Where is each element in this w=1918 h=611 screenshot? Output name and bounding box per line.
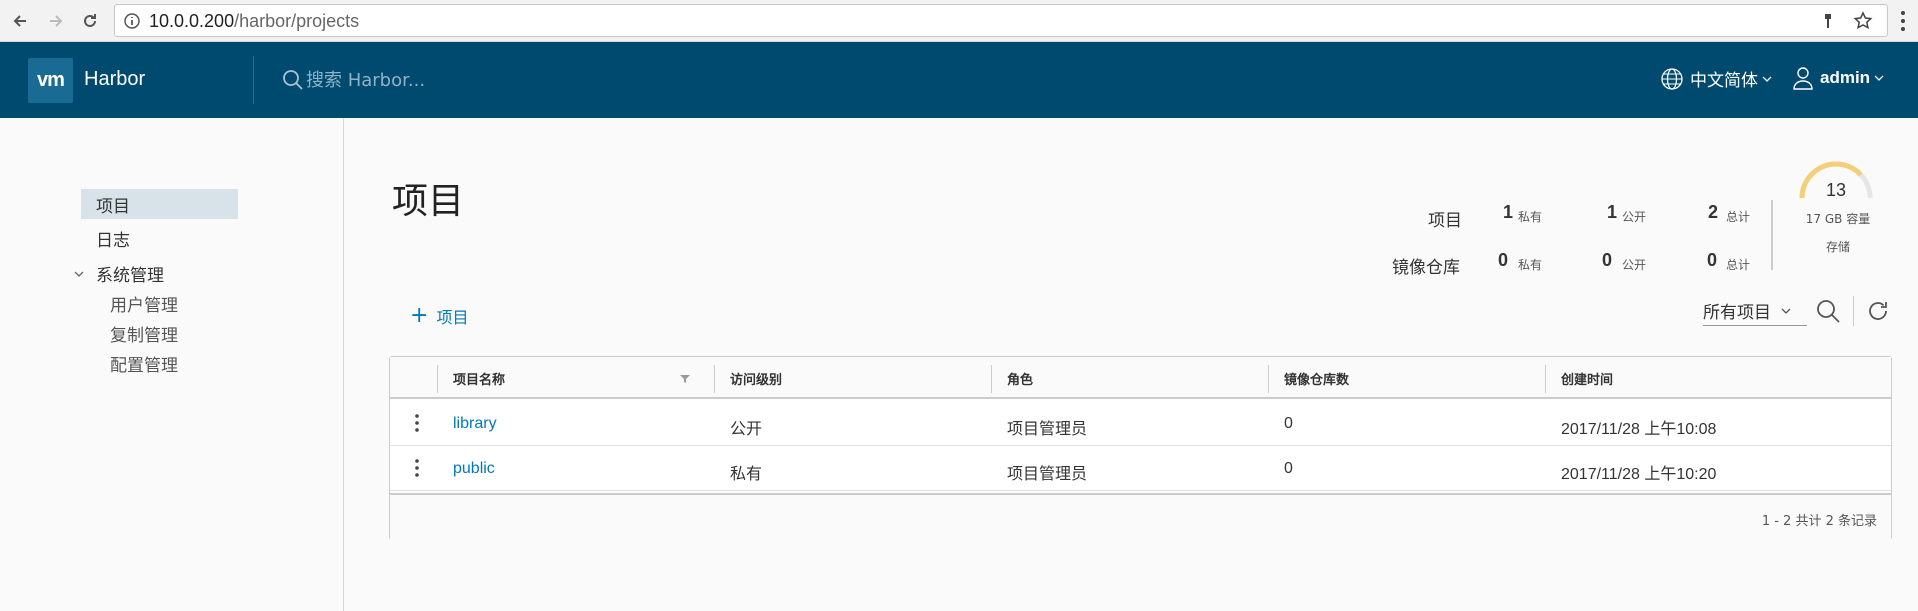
row-actions-icon[interactable] xyxy=(414,458,420,478)
table-footer: 1 - 2 共计 2 条记录 xyxy=(390,493,1891,540)
page-title: 项目 xyxy=(392,181,465,222)
add-project-label: 项目 xyxy=(436,308,469,327)
table-header: 项目名称 访问级别 角色 镜像仓库数 创建时间 xyxy=(390,357,1891,399)
projects-private-count: 1 xyxy=(1503,202,1514,222)
sidebar: 项目 日志 系统管理 用户管理 复制管理 配置管理 xyxy=(0,118,344,611)
chevron-down-icon xyxy=(1874,75,1884,81)
access-level: 私有 xyxy=(730,464,763,483)
chevron-down-icon xyxy=(1762,76,1772,82)
stats-repos-label: 镜像仓库 xyxy=(1392,258,1460,278)
search-icon xyxy=(283,70,303,90)
globe-icon xyxy=(1661,67,1683,90)
bookmark-star-icon[interactable] xyxy=(1853,11,1873,31)
stats-projects-label: 项目 xyxy=(1428,211,1462,231)
role: 项目管理员 xyxy=(1007,464,1088,483)
brand-name[interactable]: Harbor xyxy=(84,68,145,91)
column-header-repos[interactable]: 镜像仓库数 xyxy=(1284,369,1349,388)
private-label: 私有 xyxy=(1518,210,1543,224)
project-filter-select[interactable]: 所有项目 xyxy=(1703,296,1807,326)
storage-used: 13 xyxy=(1825,180,1847,200)
project-name-link[interactable]: library xyxy=(453,415,497,433)
repos-public-count: 0 xyxy=(1602,250,1613,270)
app-header: vm Harbor 中文简体 admin xyxy=(0,42,1918,118)
column-header-role[interactable]: 角色 xyxy=(1007,369,1033,388)
projects-table: 项目名称 访问级别 角色 镜像仓库数 创建时间 library 公开 项目管理员… xyxy=(389,356,1892,540)
created-time: 2017/11/28 上午10:20 xyxy=(1561,466,1717,483)
language-label: 中文简体 xyxy=(1690,71,1758,91)
vmware-logo[interactable]: vm xyxy=(28,58,73,103)
address-bar[interactable]: 10.0.0.200/harbor/projects xyxy=(114,4,1888,37)
username: admin xyxy=(1820,68,1871,87)
filter-label: 所有项目 xyxy=(1703,303,1771,323)
search-input[interactable] xyxy=(306,69,506,91)
url-text: 10.0.0.200/harbor/projects xyxy=(149,11,360,31)
add-project-button[interactable]: + 项目 xyxy=(410,304,468,328)
table-row[interactable]: public 私有 项目管理员 0 2017/11/28 上午10:20 xyxy=(390,446,1891,491)
header-divider xyxy=(253,56,254,104)
record-count: 1 - 2 共计 2 条记录 xyxy=(1761,514,1877,529)
global-search[interactable] xyxy=(282,66,506,94)
refresh-icon[interactable] xyxy=(1865,298,1891,324)
public-label: 公开 xyxy=(1622,210,1647,224)
total-label: 总计 xyxy=(1726,210,1751,224)
private-label: 私有 xyxy=(1518,258,1543,272)
column-header-created[interactable]: 创建时间 xyxy=(1561,369,1613,388)
row-actions-icon[interactable] xyxy=(414,413,420,433)
column-header-access[interactable]: 访问级别 xyxy=(730,369,782,388)
public-label: 公开 xyxy=(1622,258,1647,272)
sidebar-item-projects[interactable]: 项目 xyxy=(81,189,238,219)
projects-public-count: 1 xyxy=(1607,202,1618,222)
repo-count: 0 xyxy=(1284,460,1293,477)
toolbar-divider xyxy=(1853,296,1854,326)
role: 项目管理员 xyxy=(1007,419,1088,438)
project-name-link[interactable]: public xyxy=(453,460,495,478)
extension-icon[interactable] xyxy=(1819,12,1837,30)
user-dropdown[interactable]: admin xyxy=(1792,66,1884,90)
chevron-down-icon xyxy=(1781,308,1791,314)
browser-menu-icon[interactable] xyxy=(1896,9,1910,33)
user-icon xyxy=(1793,67,1813,90)
repo-count: 0 xyxy=(1284,415,1293,432)
sidebar-group-admin[interactable]: 系统管理 xyxy=(96,261,164,286)
filter-icon[interactable] xyxy=(680,374,690,384)
browser-toolbar: 10.0.0.200/harbor/projects xyxy=(0,0,1918,42)
column-separator xyxy=(1545,365,1546,393)
sidebar-item-config[interactable]: 配置管理 xyxy=(110,351,178,376)
plus-icon: + xyxy=(410,303,429,328)
column-separator xyxy=(1268,365,1269,393)
column-separator xyxy=(991,365,992,393)
column-separator xyxy=(437,365,438,393)
repos-total-count: 0 xyxy=(1707,250,1718,270)
stats-divider xyxy=(1771,200,1773,270)
sidebar-item-logs[interactable]: 日志 xyxy=(96,226,130,251)
created-time: 2017/11/28 上午10:08 xyxy=(1561,421,1717,438)
total-label: 总计 xyxy=(1726,258,1751,272)
info-icon[interactable] xyxy=(123,12,141,30)
back-icon[interactable] xyxy=(6,7,34,35)
repos-private-count: 0 xyxy=(1498,250,1509,270)
table-row[interactable]: library 公开 项目管理员 0 2017/11/28 上午10:08 xyxy=(390,401,1891,446)
forward-icon[interactable] xyxy=(42,7,70,35)
storage-label: 存储 xyxy=(1825,240,1850,254)
projects-total-count: 2 xyxy=(1708,202,1719,222)
search-icon[interactable] xyxy=(1815,298,1841,324)
sidebar-item-replication[interactable]: 复制管理 xyxy=(110,321,178,346)
language-dropdown[interactable]: 中文简体 xyxy=(1660,66,1772,91)
reload-icon[interactable] xyxy=(76,7,104,35)
sidebar-item-users[interactable]: 用户管理 xyxy=(110,291,178,316)
column-separator xyxy=(714,365,715,393)
storage-capacity: 17 GB 容量 xyxy=(1805,212,1871,226)
column-header-name[interactable]: 项目名称 xyxy=(453,369,505,388)
access-level: 公开 xyxy=(730,419,763,438)
collapse-caret-icon[interactable] xyxy=(73,268,85,280)
